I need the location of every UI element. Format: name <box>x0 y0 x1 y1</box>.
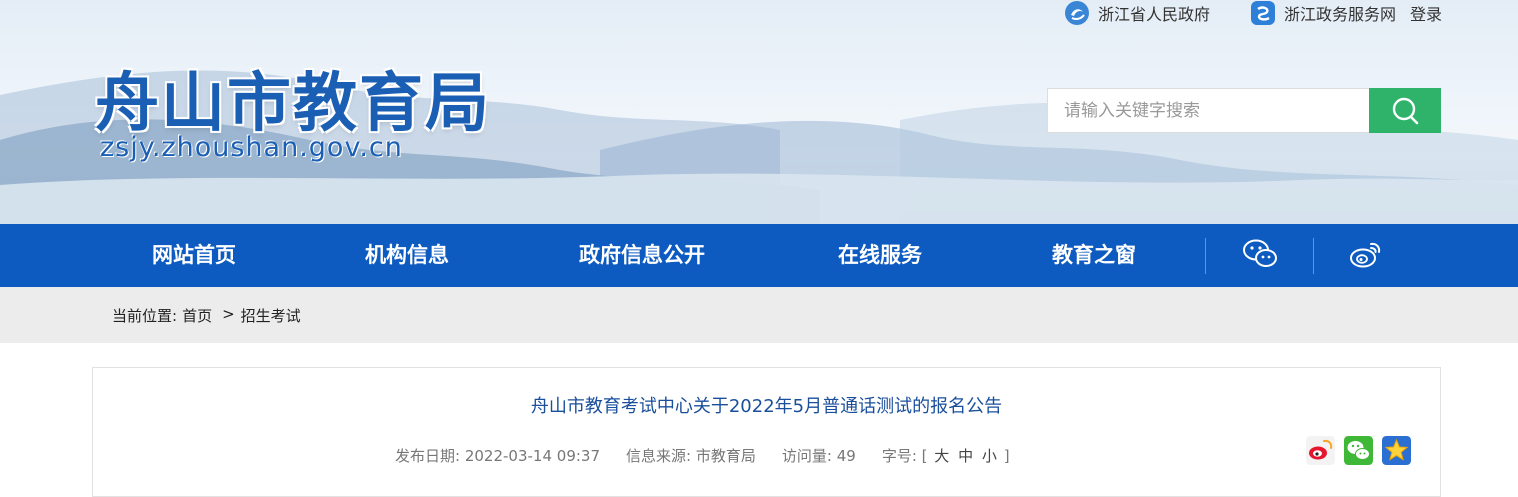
search-button[interactable] <box>1369 88 1441 133</box>
favorite-star-icon[interactable] <box>1382 436 1411 465</box>
main-nav: 网站首页 机构信息 政府信息公开 在线服务 教育之窗 <box>0 224 1518 287</box>
info-source: 信息来源: 市教育局 <box>626 445 756 466</box>
breadcrumb: 当前位置: 首页 > 招生考试 <box>112 305 301 326</box>
nav-item-online-service[interactable]: 在线服务 <box>838 224 922 287</box>
search-icon <box>1392 97 1419 124</box>
font-size-bracket-open: [ <box>921 447 928 465</box>
zhejiang-service-icon <box>1250 1 1275 25</box>
search-box <box>1047 88 1441 133</box>
search-input[interactable] <box>1047 88 1369 133</box>
site-logo-chinese[interactable]: 舟山市教育局 <box>95 52 491 144</box>
nav-item-gov-info[interactable]: 政府信息公开 <box>579 224 705 287</box>
font-size-label: 字号: <box>881 447 917 465</box>
publish-date: 发布日期: 2022-03-14 09:37 <box>395 445 600 466</box>
top-links: 浙江省人民政府 浙江政务服务网 登录 <box>1024 0 1442 26</box>
publish-date-value: 2022-03-14 09:37 <box>464 447 601 465</box>
zhejiang-gov-link[interactable]: 浙江省人民政府 <box>1064 0 1210 26</box>
breadcrumb-prefix: 当前位置: <box>112 307 178 325</box>
nav-divider <box>1313 238 1314 274</box>
article-title: 舟山市教育考试中心关于2022年5月普通话测试的报名公告 <box>530 396 1003 417</box>
nav-divider <box>1205 238 1206 274</box>
breadcrumb-home-link[interactable]: 首页 <box>182 305 212 326</box>
weibo-icon[interactable] <box>1349 238 1385 270</box>
info-source-label: 信息来源: <box>626 447 692 465</box>
breadcrumb-current-link[interactable]: 招生考试 <box>241 305 301 326</box>
login-link[interactable]: 登录 <box>1410 1 1442 25</box>
wechat-share-icon[interactable] <box>1344 436 1373 465</box>
zhejiang-gov-label: 浙江省人民政府 <box>1097 5 1210 24</box>
zhejiang-service-label: 浙江政务服务网 <box>1283 5 1396 24</box>
font-size-small-button[interactable]: 小 <box>982 447 997 465</box>
view-count-value: 49 <box>836 447 856 465</box>
font-size-medium-button[interactable]: 中 <box>958 447 973 465</box>
nav-item-education[interactable]: 教育之窗 <box>1052 224 1136 287</box>
nav-item-organization[interactable]: 机构信息 <box>365 224 449 287</box>
nav-item-home[interactable]: 网站首页 <box>152 224 236 287</box>
article-meta: 发布日期: 2022-03-14 09:37 信息来源: 市教育局 访问量: 4… <box>395 445 1010 466</box>
font-size-control: 字号: [ 大 中 小 ] <box>882 445 1010 466</box>
font-size-large-button[interactable]: 大 <box>934 447 949 465</box>
publish-date-label: 发布日期: <box>395 447 461 465</box>
breadcrumb-separator: > <box>222 305 235 323</box>
article-panel: 舟山市教育考试中心关于2022年5月普通话测试的报名公告 发布日期: 2022-… <box>92 367 1441 497</box>
header-banner: 浙江省人民政府 浙江政务服务网 登录 舟山市教育局 zsjy.zhoushan.… <box>0 0 1518 224</box>
info-source-value: 市教育局 <box>695 447 756 465</box>
view-count-label: 访问量: <box>781 447 832 465</box>
font-size-bracket-close: ] <box>1003 447 1010 465</box>
wechat-icon[interactable] <box>1242 238 1278 270</box>
weibo-share-icon[interactable] <box>1306 436 1335 465</box>
view-count: 访问量: 49 <box>782 445 856 466</box>
zhejiang-gov-icon <box>1064 1 1089 25</box>
zhejiang-service-link[interactable]: 浙江政务服务网 <box>1250 0 1396 26</box>
site-logo-domain: zsjy.zhoushan.gov.cn <box>100 132 403 163</box>
